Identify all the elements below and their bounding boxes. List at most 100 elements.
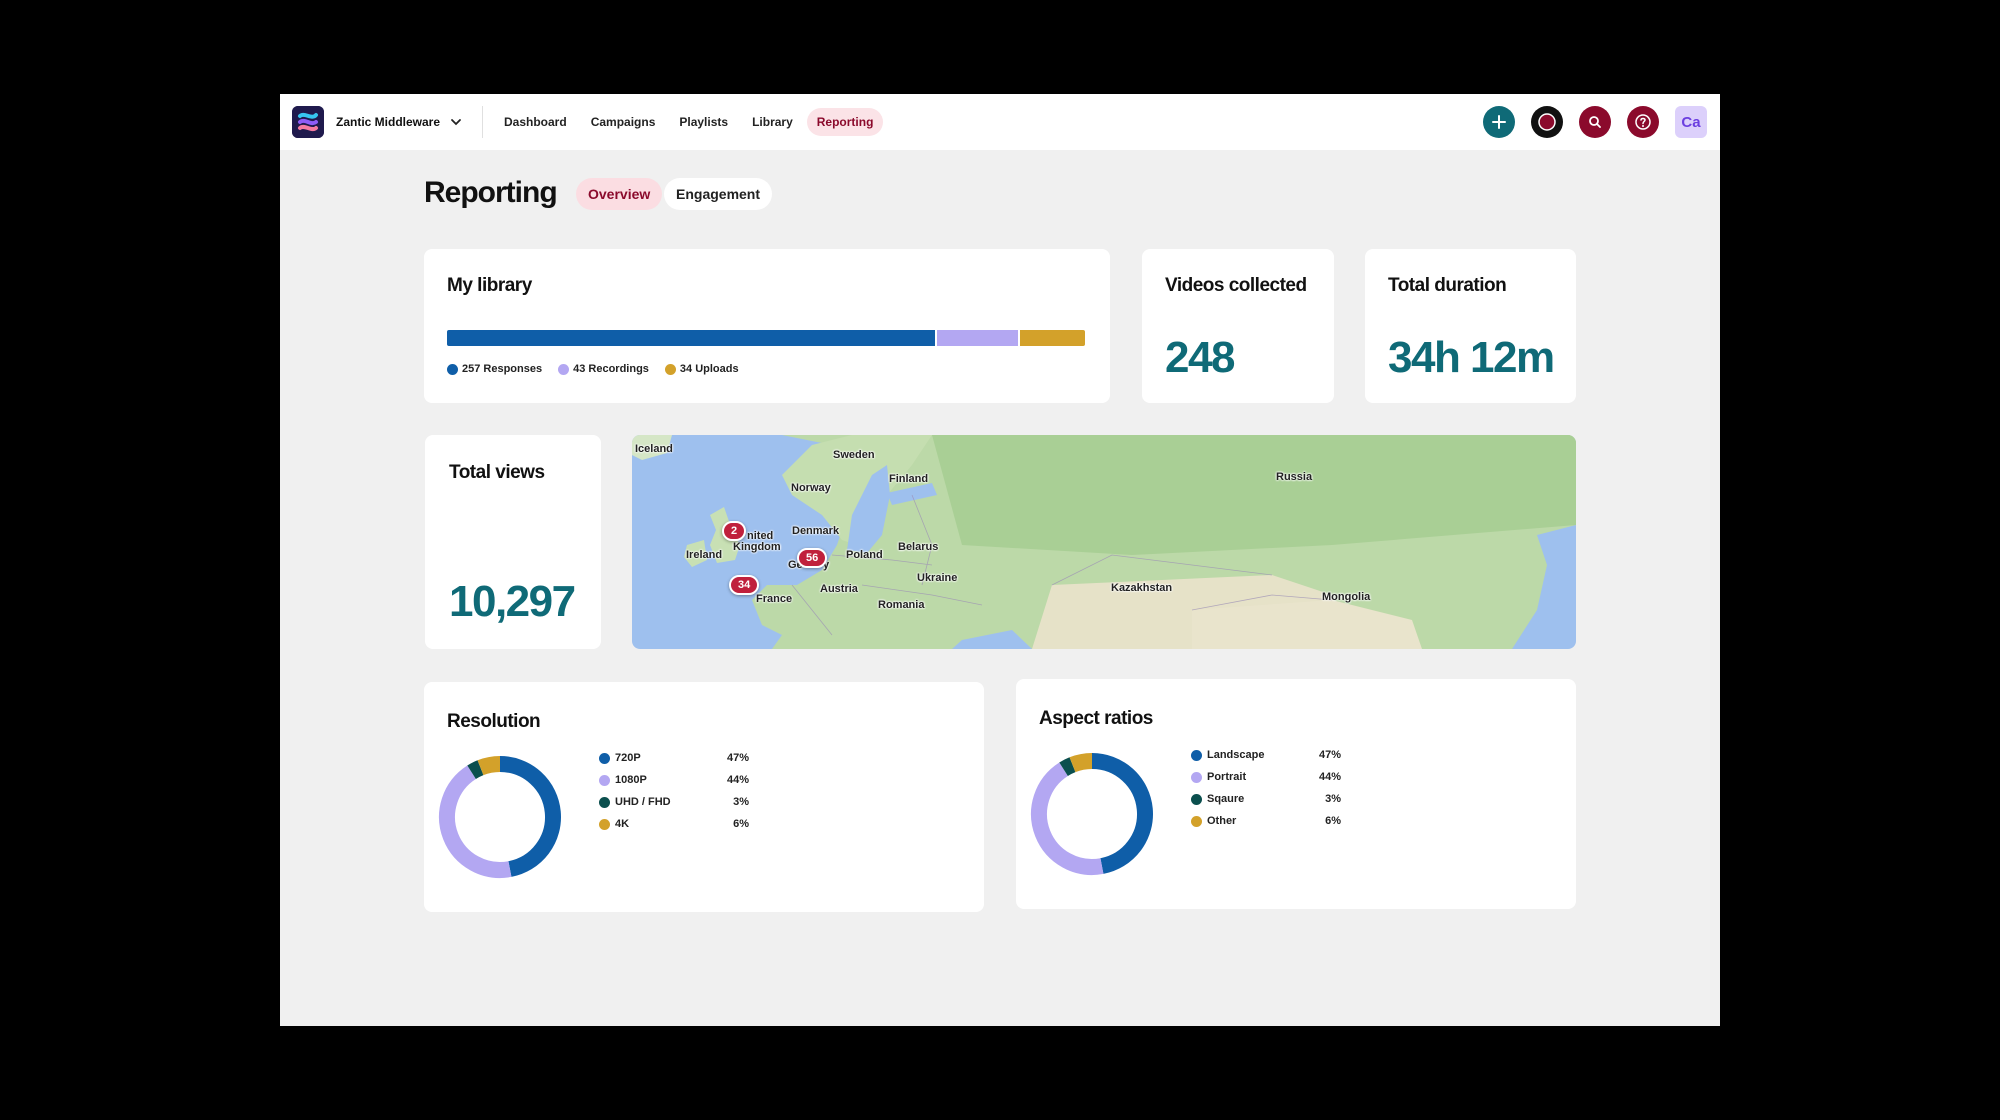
search-icon [1589,116,1601,128]
legend-item-uploads: 34 Uploads [664,363,739,375]
resolution-title: Resolution [447,711,541,732]
legend-item-responses: 257 Responses [447,363,542,375]
add-button[interactable] [1483,106,1515,138]
legend-text: Landscape [1207,749,1265,761]
nav-reporting[interactable]: Reporting [806,108,884,136]
resolution-legend-row: 4K 6% [599,815,749,833]
page-title: Reporting [424,176,558,209]
help-icon [1635,114,1651,130]
legend-dot-icon [599,818,610,830]
legend-dot-icon [1191,749,1202,761]
map-label-norway: Norway [791,482,831,494]
legend-text: 1080P [615,774,647,786]
aspect-legend-label: Other [1191,815,1309,827]
total-views-title: Total views [449,462,545,483]
aspect-legend-row: Portrait 44% [1191,768,1341,786]
aspect-legend-row: Sqaure 3% [1191,790,1341,808]
aspect-legend-label: Landscape [1191,749,1309,761]
app-window: Zantic Middleware Dashboard Campaigns Pl… [280,94,1720,1026]
legend-item-recordings: 43 Recordings [558,363,649,375]
legend-text: Other [1207,815,1237,827]
total-views-card: Total views 10,297 [425,435,601,649]
resolution-legend-label: UHD / FHD [599,796,717,808]
aspect-donut-slice [1069,753,1093,773]
map-label-denmark: Denmark [792,525,840,537]
total-duration-card: Total duration 34h 12m [1365,249,1576,403]
nav-library[interactable]: Library [742,108,803,136]
map-label-kazakhstan: Kazakhstan [1111,582,1173,594]
map-label-sweden: Sweden [833,449,875,461]
aspect-legend-percent: 47% [1318,749,1341,761]
aspect-ratios-donut [1031,753,1153,875]
aspect-legend-row: Other 6% [1191,812,1341,830]
nav-dashboard[interactable]: Dashboard [494,108,577,136]
avatar[interactable]: Ca [1675,106,1707,138]
tab-overview[interactable]: Overview [576,178,663,210]
map-marker-france[interactable]: 34 [729,575,760,595]
main-nav: Dashboard Campaigns Playlists Library Re… [494,108,887,136]
library-title: My library [447,275,532,296]
resolution-legend-label: 4K [599,818,717,830]
aspect-legend-label: Portrait [1191,771,1309,783]
profile-circle-icon [1538,113,1556,131]
total-duration-value: 34h 12m [1388,333,1555,382]
aspect-legend-row: Landscape 47% [1191,746,1341,764]
resolution-donut-slice [467,760,484,780]
map-marker-germany[interactable]: 56 [797,548,828,568]
aspect-legend-percent: 3% [1325,793,1341,805]
resolution-donut [439,756,561,878]
responses-dot-icon [447,363,458,375]
resolution-legend-percent: 44% [726,774,749,786]
tab-engagement[interactable]: Engagement [664,178,773,210]
resolution-legend-label: 720P [599,752,717,764]
app-logo-icon[interactable] [292,106,324,138]
help-button[interactable] [1627,106,1659,138]
aspect-ratios-title: Aspect ratios [1039,708,1153,729]
aspect-donut-slice [1091,753,1153,874]
aspect-legend-percent: 44% [1318,771,1341,783]
uploads-dot-icon [664,363,676,375]
map-label-russia: Russia [1276,471,1313,483]
map-marker-uk[interactable]: 2 [722,521,747,541]
legend-text: UHD / FHD [615,796,671,808]
resolution-card: Resolution 720P 47% 1080P 44% UHD / FHD 3% 4K 6… [424,682,984,912]
total-views-value: 10,297 [449,577,576,626]
legend-label: 257 Responses [462,363,543,375]
library-bar-segment [1020,330,1085,346]
resolution-legend-percent: 3% [733,796,749,808]
aspect-donut-slice [1031,762,1104,875]
map-label-iceland: Iceland [635,443,673,455]
map-label-mongolia: Mongolia [1322,591,1371,603]
search-button[interactable] [1579,106,1611,138]
chevron-down-icon[interactable] [448,114,464,130]
map-label-finland: Finland [889,473,929,485]
top-bar: Zantic Middleware Dashboard Campaigns Pl… [280,94,1720,150]
legend-dot-icon [1191,793,1202,805]
nav-campaigns[interactable]: Campaigns [581,108,666,136]
resolution-legend-row: 720P 47% [599,749,749,767]
resolution-legend-label: 1080P [599,774,717,786]
aspect-donut-slice [1059,757,1076,777]
legend-dot-icon [599,774,610,786]
aspect-legend-label: Sqaure [1191,793,1309,805]
legend-text: Sqaure [1207,793,1245,805]
org-name[interactable]: Zantic Middleware [336,94,440,150]
map-label-belarus: Belarus [898,541,939,553]
legend-dot-icon [599,796,610,808]
nav-playlists[interactable]: Playlists [669,108,738,136]
map-label-kingdom: Kingdom [733,541,781,553]
map-label-ireland: Ireland [686,549,723,561]
total-duration-title: Total duration [1388,275,1507,296]
legend-dot-icon [1191,771,1202,783]
videos-collected-value: 248 [1165,333,1235,382]
map-label-poland: Poland [846,549,883,561]
resolution-legend-row: 1080P 44% [599,771,749,789]
views-map[interactable]: Iceland Sweden Finland Norway Russia nit… [632,435,1576,649]
profile-button[interactable] [1531,106,1563,138]
map-label-france: France [756,593,793,605]
legend-text: 720P [615,752,641,764]
aspect-ratios-card: Aspect ratios Landscape 47% Portrait 44% Sqa… [1016,679,1576,909]
resolution-legend-row: UHD / FHD 3% [599,793,749,811]
library-card: My library 257 Responses 43 Recordings 3… [424,249,1110,403]
resolution-legend-percent: 6% [733,818,749,830]
